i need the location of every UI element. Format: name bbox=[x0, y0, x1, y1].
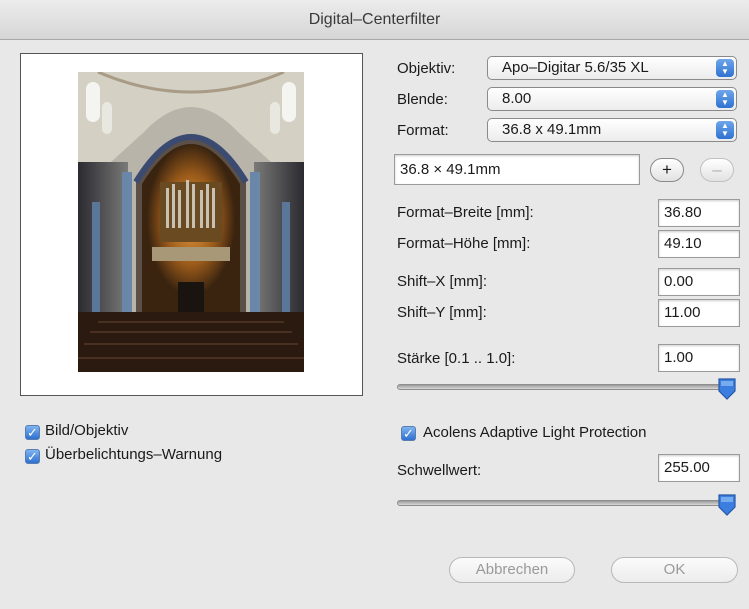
acolens-label: Acolens Adaptive Light Protection bbox=[423, 424, 647, 441]
slider-knob-icon[interactable] bbox=[717, 493, 737, 517]
acolens-checkbox[interactable]: ✓ bbox=[401, 426, 416, 441]
cancel-button[interactable]: Abbrechen bbox=[449, 557, 575, 583]
shift-y-label: Shift–Y [mm]: bbox=[397, 304, 487, 321]
objektiv-label: Objektiv: bbox=[397, 60, 456, 77]
schwellwert-slider-track[interactable] bbox=[397, 500, 735, 506]
format-hoehe-input[interactable]: 49.10 bbox=[658, 230, 740, 258]
objektiv-popup-value: Apo–Digitar 5.6/35 XL bbox=[502, 59, 649, 76]
ok-button[interactable]: OK bbox=[611, 557, 738, 583]
shift-x-label: Shift–X [mm]: bbox=[397, 273, 488, 290]
window-title: Digital–Centerfilter bbox=[308, 11, 441, 28]
shift-y-input[interactable]: 11.00 bbox=[658, 299, 740, 327]
preview-frame bbox=[20, 53, 363, 396]
format-breite-input[interactable]: 36.80 bbox=[658, 199, 740, 227]
bild-objektiv-checkbox[interactable]: ✓ bbox=[25, 425, 40, 440]
format-popup-value: 36.8 x 49.1mm bbox=[502, 121, 602, 138]
schwellwert-input[interactable]: 255.00 bbox=[658, 454, 740, 482]
blende-label: Blende: bbox=[397, 91, 448, 108]
format-breite-label: Format–Breite [mm]: bbox=[397, 204, 534, 221]
up-down-arrows-icon: ▲ ▼ bbox=[716, 121, 734, 139]
ueberbelichtung-label: Überbelichtungs–Warnung bbox=[45, 446, 223, 463]
window-titlebar: Digital–Centerfilter bbox=[0, 0, 749, 40]
format-popup[interactable]: 36.8 x 49.1mm ▲ ▼ bbox=[487, 118, 737, 142]
format-hoehe-label: Format–Höhe [mm]: bbox=[397, 235, 531, 252]
objektiv-popup[interactable]: Apo–Digitar 5.6/35 XL ▲ ▼ bbox=[487, 56, 737, 80]
add-format-button[interactable]: + bbox=[650, 158, 684, 182]
slider-knob-icon[interactable] bbox=[717, 377, 737, 401]
ueberbelichtung-checkbox[interactable]: ✓ bbox=[25, 449, 40, 464]
bild-objektiv-label: Bild/Objektiv bbox=[45, 422, 129, 439]
preview-image bbox=[78, 72, 304, 372]
format-name-input[interactable]: 36.8 × 49.1mm bbox=[394, 154, 640, 185]
schwellwert-label: Schwellwert: bbox=[397, 462, 482, 479]
up-down-arrows-icon: ▲ ▼ bbox=[716, 90, 734, 108]
blende-popup-value: 8.00 bbox=[502, 90, 532, 107]
up-down-arrows-icon: ▲ ▼ bbox=[716, 59, 734, 77]
staerke-slider-track[interactable] bbox=[397, 384, 735, 390]
shift-x-input[interactable]: 0.00 bbox=[658, 268, 740, 296]
remove-format-button[interactable]: – bbox=[700, 158, 734, 182]
staerke-label: Stärke [0.1 .. 1.0]: bbox=[397, 350, 516, 367]
staerke-input[interactable]: 1.00 bbox=[658, 344, 740, 372]
format-label: Format: bbox=[397, 122, 449, 139]
blende-popup[interactable]: 8.00 ▲ ▼ bbox=[487, 87, 737, 111]
